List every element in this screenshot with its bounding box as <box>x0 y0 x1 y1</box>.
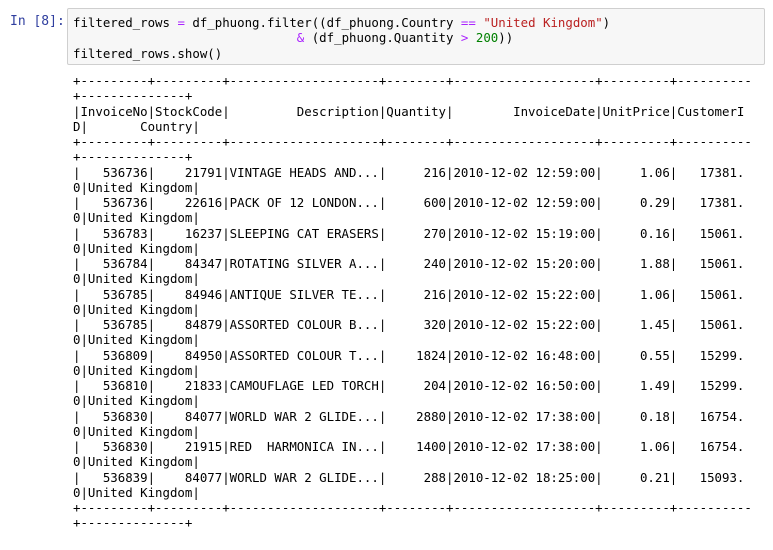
code-token: filtered_rows <box>73 15 178 30</box>
output-line: | 536839| 84077|WORLD WAR 2 GLIDE...| 28… <box>73 469 745 485</box>
code-number: 200 <box>475 30 499 46</box>
output-area: +---------+---------+-------------------… <box>73 73 752 531</box>
output-line: | 536830| 21915|RED HARMONICA IN...| 140… <box>73 439 745 454</box>
output-line: | 536783| 16237|SLEEPING CAT ERASERS| 27… <box>73 225 745 241</box>
output-line: 0|United Kingdom| <box>73 332 200 348</box>
code-line-1: filtered_rows = df_phuong.filter((df_phu… <box>73 15 610 30</box>
output-line: +---------+---------+-------------------… <box>73 500 752 515</box>
code-text[interactable]: filtered_rows = df_phuong.filter((df_phu… <box>73 15 610 61</box>
output-line: +--------------+ <box>73 88 193 104</box>
output-line: +---------+---------+-------------------… <box>73 134 752 149</box>
output-line: +--------------+ <box>73 149 193 165</box>
output-line: 0|United Kingdom| <box>73 179 200 195</box>
code-editor[interactable]: filtered_rows = df_phuong.filter((df_phu… <box>67 8 765 65</box>
output-line: | 536785| 84879|ASSORTED COLOUR B...| 32… <box>73 317 745 332</box>
output-line: 0|United Kingdom| <box>73 240 200 256</box>
output-line: 0|United Kingdom| <box>73 484 200 500</box>
code-token: ) <box>602 15 611 30</box>
output-line: |InvoiceNo|StockCode| Description|Quanti… <box>73 103 745 119</box>
code-line-2: & (df_phuong.Quantity > 200)) <box>73 30 513 45</box>
output-line: D| Country| <box>73 118 200 134</box>
output-line: | 536809| 84950|ASSORTED COLOUR T...| 18… <box>73 347 745 363</box>
output-line: | 536784| 84347|ROTATING SILVER A...| 24… <box>73 256 745 271</box>
output-line: 0|United Kingdom| <box>73 423 200 439</box>
output-line: 0|United Kingdom| <box>73 271 200 287</box>
output-line: +---------+---------+-------------------… <box>73 73 752 88</box>
output-line: 0|United Kingdom| <box>73 454 200 470</box>
output-line: | 536785| 84946|ANTIQUE SILVER TE...| 21… <box>73 286 745 302</box>
output-line: 0|United Kingdom| <box>73 210 200 226</box>
code-token: )) <box>498 30 514 46</box>
code-operator: == <box>460 15 476 30</box>
notebook-cell: In [8]: filtered_rows = df_phuong.filter… <box>0 0 773 550</box>
code-line-3: filtered_rows.show() <box>73 45 223 61</box>
output-line: 0|United Kingdom| <box>73 362 200 378</box>
input-prompt: In [8]: <box>10 14 65 29</box>
output-line: 0|United Kingdom| <box>73 301 200 317</box>
output-line: | 536736| 21791|VINTAGE HEADS AND...| 21… <box>73 164 745 180</box>
code-string: "United Kingdom" <box>483 15 603 30</box>
output-line: +--------------+ <box>73 515 193 531</box>
code-token: df_phuong.filter((df_phuong.Country <box>184 15 461 30</box>
output-line: | 536810| 21833|CAMOUFLAGE LED TORCH| 20… <box>73 378 745 393</box>
output-line: | 536830| 84077|WORLD WAR 2 GLIDE...| 28… <box>73 408 745 424</box>
code-operator: = <box>177 15 185 30</box>
output-line: | 536736| 22616|PACK OF 12 LONDON...| 60… <box>73 195 745 210</box>
code-token: (df_phuong.Quantity <box>304 30 461 46</box>
output-line: 0|United Kingdom| <box>73 393 200 409</box>
